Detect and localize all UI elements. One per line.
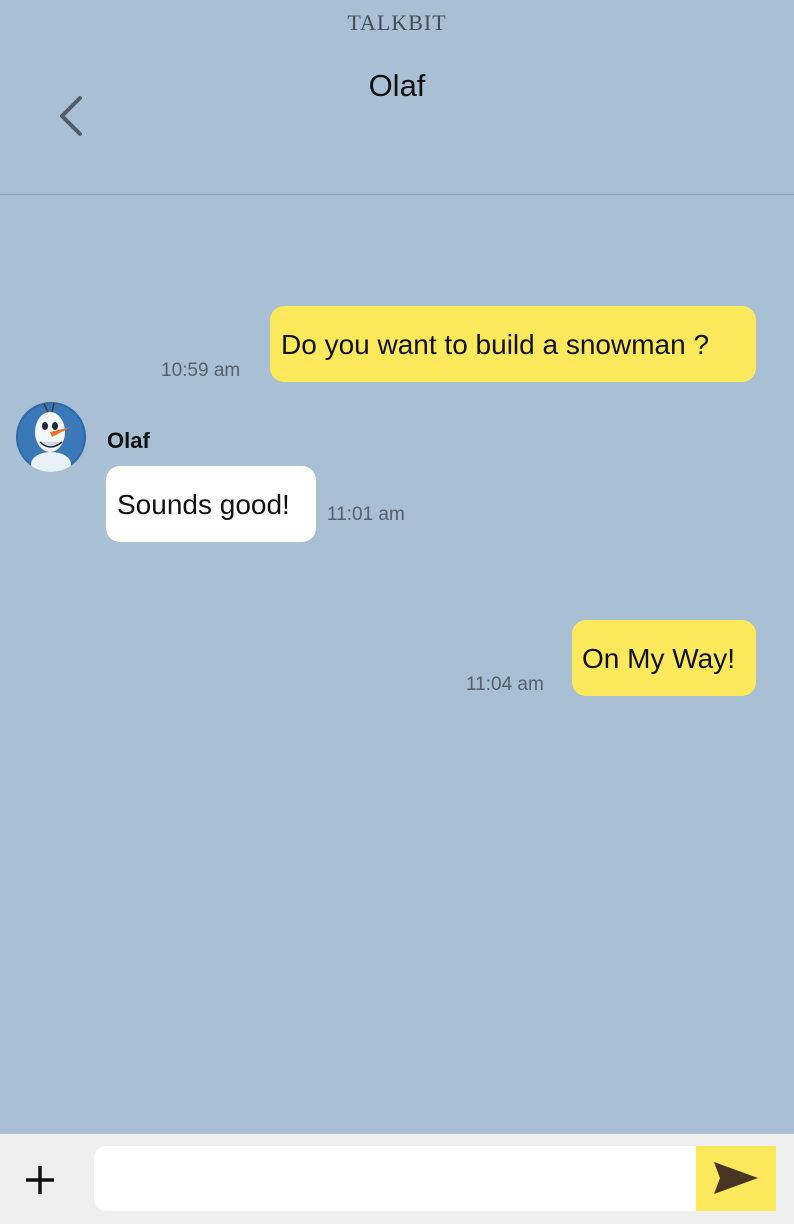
sender-name: Olaf — [107, 428, 150, 453]
outgoing-message-bubble: On My Way! — [572, 620, 756, 696]
message-time: 11:04 am — [466, 674, 544, 695]
olaf-avatar-image — [16, 402, 86, 472]
incoming-message-bubble: Sounds good! — [106, 466, 316, 542]
send-icon — [714, 1162, 758, 1194]
message-time: 10:59 am — [161, 360, 241, 381]
chat-header: TALKBIT Olaf — [0, 0, 794, 195]
message-input[interactable] — [94, 1146, 698, 1211]
avatar — [16, 402, 86, 472]
chat-title: Olaf — [368, 68, 426, 103]
app-name: TALKBIT — [347, 10, 447, 35]
send-button[interactable] — [696, 1146, 776, 1211]
plus-icon — [26, 1166, 54, 1194]
message-composer — [0, 1134, 794, 1224]
message-time: 11:01 am — [327, 504, 405, 525]
outgoing-message-bubble: Do you want to build a snowman ? — [270, 306, 756, 382]
add-attachment-button[interactable] — [18, 1154, 62, 1204]
